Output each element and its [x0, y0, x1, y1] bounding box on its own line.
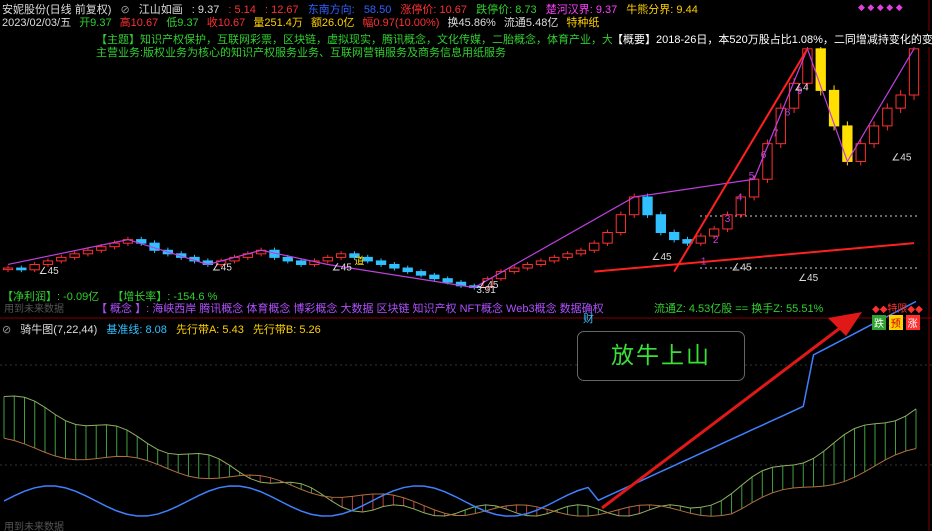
- candle-down: [642, 196, 653, 216]
- sub-indicator-header: ⊘ 骑牛图(7,22,44) 基准线: 8.08 先行带A: 5.43 先行带B…: [2, 321, 327, 337]
- trend-lines: [7, 47, 915, 289]
- sequence-number: 2: [713, 235, 719, 246]
- candle-down: [16, 267, 27, 271]
- angle-4-label: ∠4: [794, 82, 809, 93]
- angle-45-label: ∠45: [39, 266, 60, 277]
- trend-line-flat: [594, 242, 915, 273]
- candle-up: [69, 253, 80, 258]
- future-data-watermark-2: 用到未来数据: [4, 522, 64, 531]
- candle-up: [615, 214, 627, 234]
- candle-up: [575, 249, 587, 255]
- candle-up: [855, 143, 866, 162]
- candle-down: [295, 260, 307, 265]
- sequence-number: 4: [737, 193, 743, 204]
- quote-volume: 量251.4万: [253, 17, 303, 29]
- top-marker-icons: ◆ ◆ ◆ ◆ ◆: [858, 2, 903, 12]
- candle-up: [589, 242, 600, 251]
- concept-line: 【 概念 】: 海峡西岸 腾讯概念 体育概念 博彩概念 大数据 区块链 知识产权…: [96, 303, 604, 315]
- angle-45-label: ∠45: [332, 262, 353, 273]
- candle-up: [535, 260, 547, 265]
- low-price-label: 3.91: [476, 285, 496, 296]
- candle-up: [522, 263, 533, 269]
- zigzag-trend: [7, 47, 915, 289]
- candle-up: [322, 256, 333, 262]
- candle-down: [442, 278, 453, 283]
- badge-down: 跌: [872, 315, 886, 330]
- candle-up: [56, 256, 67, 262]
- callout-box: 放牛上山: [577, 331, 745, 381]
- sequence-number: 1: [701, 256, 707, 267]
- candle-down: [429, 274, 440, 280]
- lead-a-line: [3, 395, 917, 517]
- quote-turnover: 换45.86%: [447, 17, 496, 29]
- sub-indicator-name[interactable]: 骑牛图(7,22,44): [20, 324, 97, 336]
- candle-up: [82, 249, 94, 255]
- quote-low: 低9.37: [166, 17, 199, 29]
- sequence-number: 7: [773, 129, 779, 140]
- candle-up: [509, 267, 520, 273]
- quote-high: 高10.67: [119, 17, 159, 29]
- trend-line-steep: [673, 48, 809, 273]
- sequence-number: 3: [725, 214, 731, 225]
- badge-top: ◆◆特限◆◆: [872, 304, 923, 315]
- candle-up: [562, 253, 573, 258]
- candle-up: [335, 253, 347, 258]
- candle-up: [2, 267, 14, 271]
- quote-tag: 特种纸: [566, 17, 600, 29]
- quote-close: 收10.67: [206, 17, 246, 29]
- candle-up: [895, 94, 906, 109]
- candle-down: [402, 267, 413, 273]
- candle-up: [868, 125, 880, 145]
- future-data-watermark: 用到未来数据: [4, 304, 64, 315]
- candle-down: [362, 256, 373, 262]
- candle-up: [96, 246, 107, 251]
- angle-45-label: ∠45: [731, 262, 752, 273]
- dao-label: 道: [354, 254, 364, 267]
- candle-down: [282, 256, 293, 262]
- lead-b-line: [3, 437, 917, 517]
- badge-up: 涨: [905, 315, 920, 330]
- candle-down: [815, 48, 826, 91]
- lead-b-value: 先行带B: 5.26: [252, 324, 321, 336]
- quote-float-cap: 流通5.48亿: [503, 17, 559, 29]
- candle-up: [549, 256, 560, 262]
- candle-down: [655, 214, 667, 234]
- base-line-value: 基准线: 8.08: [106, 324, 167, 336]
- sub-settings-icon[interactable]: ⊘: [2, 324, 11, 336]
- candle-up: [42, 260, 54, 265]
- limit-badges: ◆◆特限◆◆ 跌 预 涨: [872, 300, 923, 330]
- price-chart: ∠45 ∠45 ∠45∠45∠45∠45∠45∠453.91123456789道∠4: [0, 0, 932, 531]
- quote-row: 2023/02/03/五 开9.37 高10.67 低9.37 收10.67 量…: [2, 14, 604, 30]
- candle-up: [882, 107, 893, 127]
- bull-bear-line: 牛熊分界: 9.44: [626, 4, 698, 16]
- candle-down: [375, 260, 387, 265]
- sequence-number: 8: [785, 107, 791, 118]
- candles: [2, 43, 920, 290]
- angle-45-label: ∠45: [212, 262, 233, 273]
- candle-down: [415, 271, 427, 276]
- quote-date: 2023/02/03/五: [2, 17, 72, 29]
- quote-change: 幅0.97(10.00%): [362, 17, 440, 29]
- candle-up: [602, 232, 613, 244]
- candle-down: [669, 232, 680, 241]
- topic-overlay: 【概要】2018-26日，本520万股占比1.08%，二同增减持变化的变化: [612, 31, 932, 47]
- candle-down: [828, 89, 840, 127]
- quote-open: 开9.37: [79, 17, 112, 29]
- candle-up: [109, 242, 120, 248]
- candle-up: [908, 48, 920, 96]
- quote-amount: 额26.0亿: [310, 17, 355, 29]
- sequence-number: 6: [761, 150, 767, 161]
- candle-up: [629, 196, 640, 216]
- topic-line-2: 主营业务:版权业务为核心的知识产权服务业务、互联网营销服务及商务信息用纸服务: [96, 47, 507, 59]
- candle-down: [389, 263, 400, 269]
- angle-45-label: ∠45: [652, 252, 673, 263]
- lead-a-value: 先行带A: 5.43: [175, 324, 244, 336]
- cai-label: 财: [583, 313, 594, 325]
- badge-forecast: 预: [888, 315, 903, 330]
- angle-45-label: ∠45: [798, 273, 819, 284]
- float-turnover-z: 流通Z: 4.53亿股 == 换手Z: 55.51%: [654, 303, 824, 315]
- angle-45-label: ∠45: [891, 152, 912, 163]
- candle-up: [695, 235, 706, 244]
- sequence-number: 5: [749, 171, 755, 182]
